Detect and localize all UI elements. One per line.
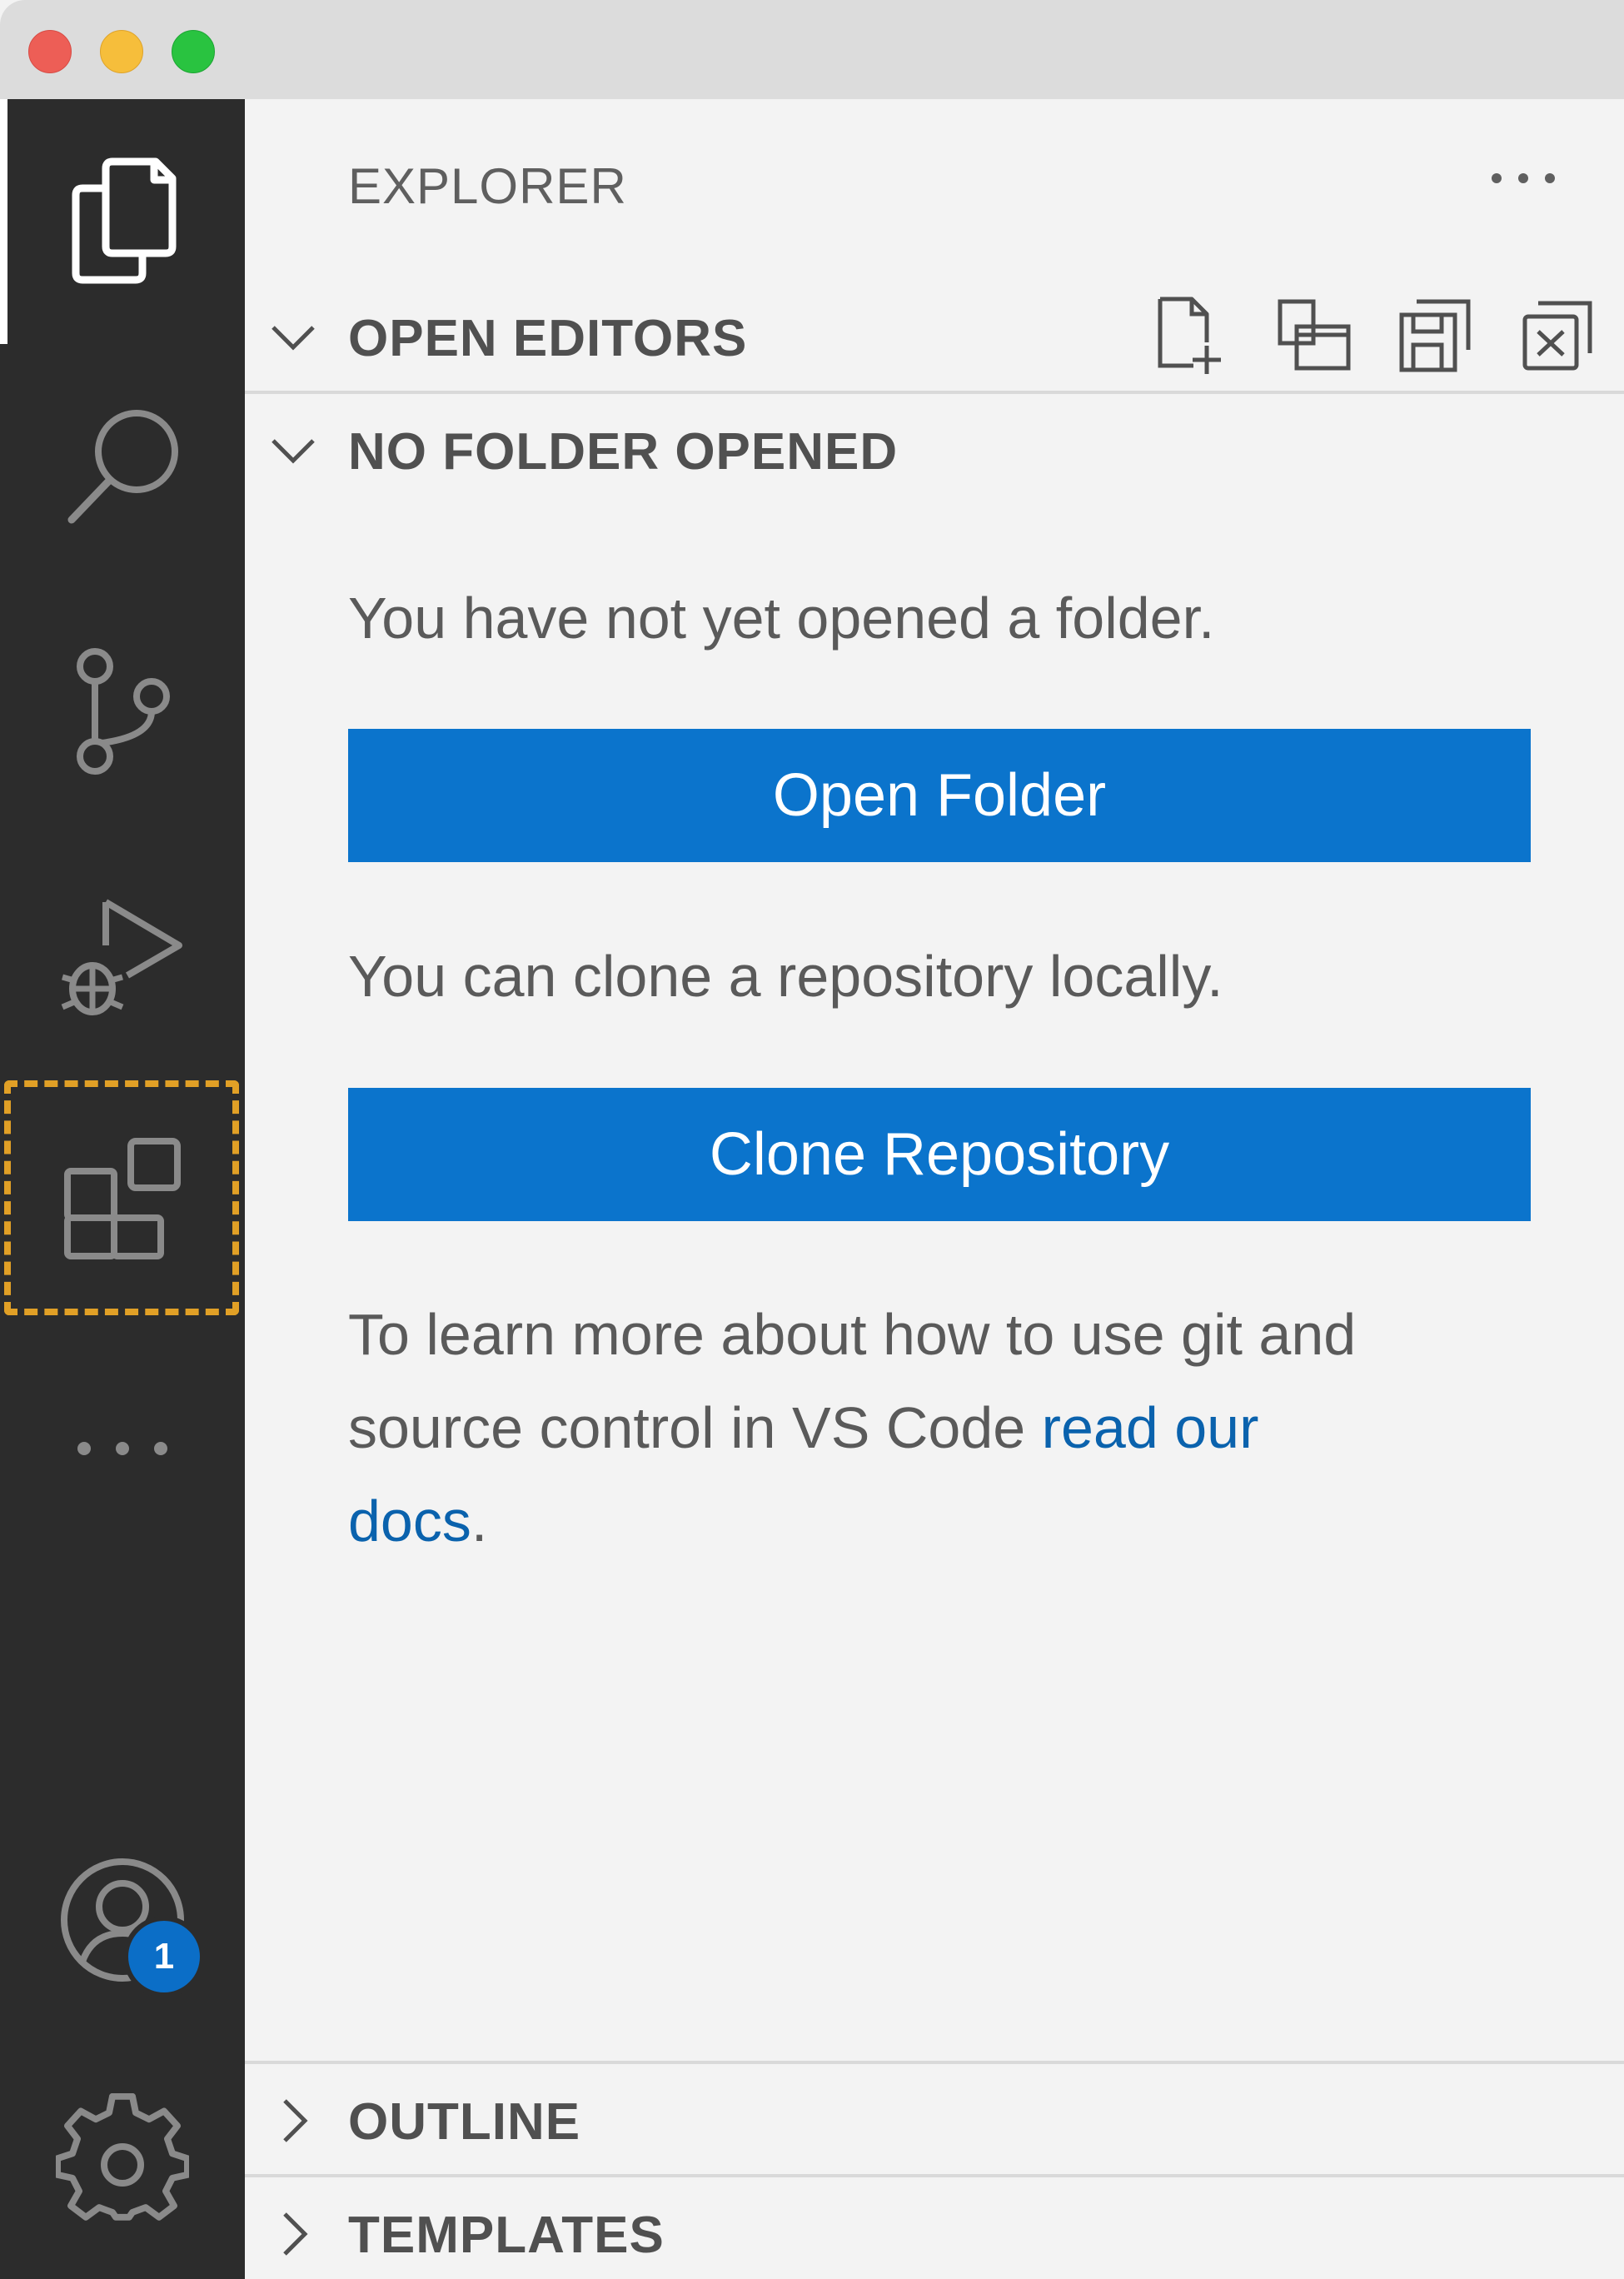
- views-more-actions-button[interactable]: [1477, 149, 1569, 207]
- source-control-icon: [77, 648, 170, 775]
- chevron-down-icon: [271, 326, 315, 351]
- close-all-icon: [1522, 301, 1592, 371]
- save-all-icon: [1399, 299, 1471, 372]
- activity-search[interactable]: [52, 395, 193, 536]
- toggle-layout-button[interactable]: [1274, 296, 1354, 376]
- save-all-button[interactable]: [1396, 296, 1476, 376]
- activity-manage[interactable]: [52, 2089, 193, 2231]
- sidebar-title: EXPLORER: [348, 158, 627, 214]
- accounts-badge: 1: [123, 1916, 205, 1997]
- toggle-vertical-icon: [1278, 299, 1351, 371]
- maximize-window-button[interactable]: [172, 30, 215, 73]
- run-debug-icon: [61, 899, 182, 1015]
- section-divider: [245, 2174, 1624, 2177]
- more-icon: [77, 1442, 167, 1455]
- chevron-right-icon: [283, 2212, 308, 2256]
- learn-more-text: To learn more about how to use git and s…: [348, 1288, 1356, 1568]
- explorer-sidebar: EXPLORER OPEN EDITORS NO FOLDER OPENED Y…: [245, 99, 1624, 2279]
- activity-source-control[interactable]: [52, 641, 193, 782]
- section-divider: [245, 2061, 1624, 2064]
- minimize-window-button[interactable]: [100, 30, 143, 73]
- activity-extensions[interactable]: [52, 1129, 193, 1270]
- close-all-editors-button[interactable]: [1517, 296, 1597, 376]
- section-outline[interactable]: OUTLINE: [245, 2066, 1624, 2174]
- section-label-no-folder: NO FOLDER OPENED: [348, 423, 899, 481]
- vscode-window: 1 EXPLORER OPEN EDITORS NO FOLDER OPENED…: [0, 0, 1624, 2279]
- ellipsis-icon: [1492, 173, 1555, 183]
- no-folder-message: You have not yet opened a folder.: [348, 586, 1215, 651]
- learn-more-line2: source control in VS Code: [348, 1395, 1042, 1460]
- search-icon: [67, 410, 178, 524]
- section-templates[interactable]: TEMPLATES: [245, 2179, 1624, 2279]
- read-our-docs-link[interactable]: read our: [1042, 1395, 1259, 1460]
- title-bar: [0, 0, 1624, 99]
- activity-more[interactable]: [52, 1378, 193, 1519]
- new-untitled-file-button[interactable]: [1153, 296, 1233, 376]
- new-file-icon: [1158, 297, 1221, 374]
- extensions-icon: [64, 1138, 181, 1259]
- activity-run-debug[interactable]: [52, 886, 193, 1028]
- chevron-right-icon: [283, 2099, 308, 2142]
- files-icon: [72, 157, 177, 284]
- section-label-templates: TEMPLATES: [348, 2207, 665, 2264]
- learn-more-period: .: [471, 1489, 488, 1553]
- open-folder-button[interactable]: Open Folder: [348, 729, 1531, 862]
- chevron-down-icon: [271, 439, 315, 464]
- section-divider: [245, 391, 1624, 394]
- section-label-outline: OUTLINE: [348, 2093, 581, 2151]
- clone-message: You can clone a repository locally.: [348, 944, 1223, 1009]
- gear-icon: [56, 2093, 189, 2221]
- close-window-button[interactable]: [28, 30, 72, 73]
- section-label-open-editors: OPEN EDITORS: [348, 310, 748, 367]
- clone-repository-button[interactable]: Clone Repository: [348, 1088, 1531, 1221]
- active-indicator: [0, 99, 7, 344]
- docs-link[interactable]: docs: [348, 1489, 471, 1553]
- section-no-folder-opened[interactable]: NO FOLDER OPENED: [245, 396, 1624, 504]
- activity-bar: 1: [0, 99, 245, 2279]
- activity-explorer[interactable]: [52, 151, 193, 292]
- learn-more-line1: To learn more about how to use git and: [348, 1302, 1357, 1367]
